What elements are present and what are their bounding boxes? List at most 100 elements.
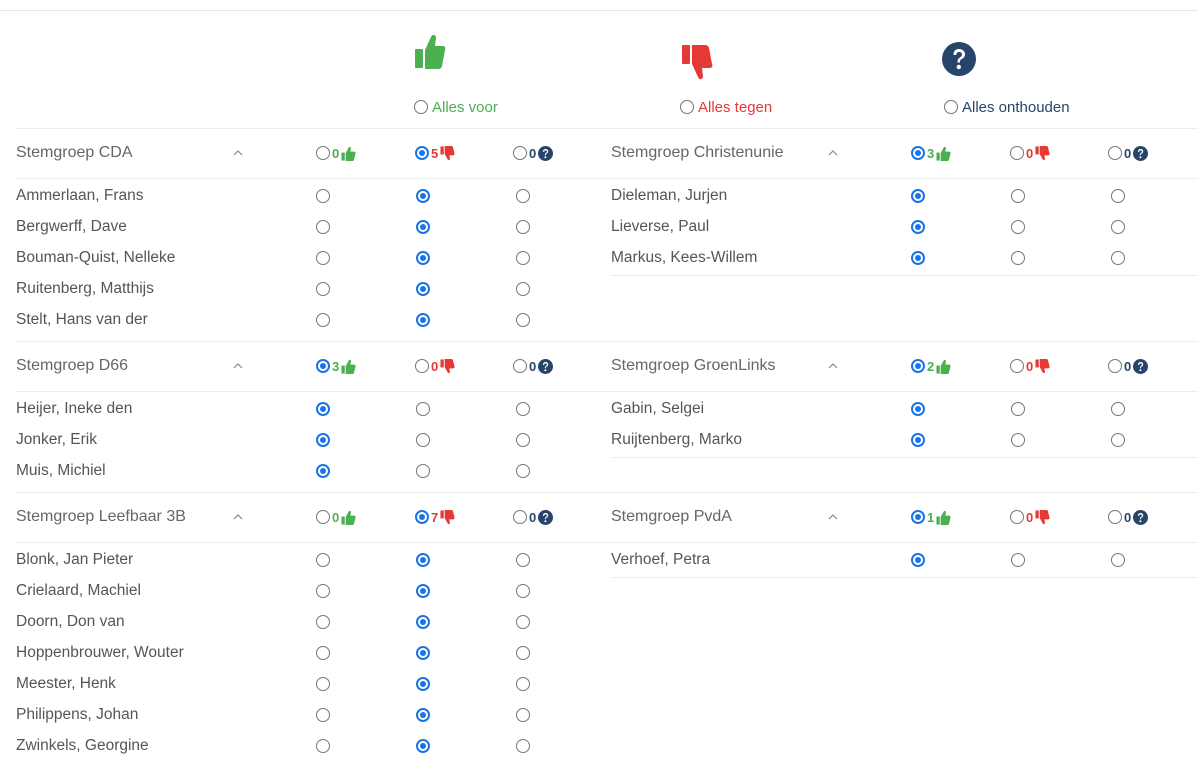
- member-abstain-radio[interactable]: [516, 552, 530, 567]
- member-against-radio[interactable]: [416, 312, 430, 327]
- group-abstain-radio[interactable]: [1108, 359, 1122, 373]
- member-abstain-radio[interactable]: [516, 676, 530, 691]
- group-against-option[interactable]: 0: [1010, 145, 1050, 161]
- group-abstain-option[interactable]: 0: [513, 145, 554, 161]
- group-against-radio[interactable]: [1010, 510, 1024, 524]
- member-for-radio[interactable]: [911, 432, 925, 447]
- chevron-up-icon[interactable]: [233, 148, 243, 158]
- group-abstain-radio[interactable]: [1108, 510, 1122, 524]
- group-against-option[interactable]: 5: [415, 145, 455, 161]
- member-abstain-radio[interactable]: [1111, 219, 1125, 234]
- member-for-radio[interactable]: [316, 188, 330, 203]
- group-for-option[interactable]: 0: [316, 509, 356, 525]
- member-abstain-radio[interactable]: [516, 281, 530, 296]
- member-abstain-radio[interactable]: [1111, 188, 1125, 203]
- group-for-radio[interactable]: [911, 510, 925, 524]
- member-against-radio[interactable]: [416, 188, 430, 203]
- group-against-option[interactable]: 7: [415, 509, 455, 525]
- group-for-option[interactable]: 2: [911, 358, 951, 374]
- group-against-radio[interactable]: [415, 359, 429, 373]
- group-for-option[interactable]: 3: [911, 145, 951, 161]
- member-for-radio[interactable]: [911, 219, 925, 234]
- member-for-radio[interactable]: [911, 188, 925, 203]
- all-abstain-option[interactable]: Alles onthouden: [944, 96, 1070, 118]
- member-for-radio[interactable]: [316, 250, 330, 265]
- group-abstain-option[interactable]: 0: [1108, 509, 1149, 525]
- group-against-option[interactable]: 0: [1010, 358, 1050, 374]
- member-abstain-radio[interactable]: [516, 401, 530, 416]
- member-against-radio[interactable]: [416, 583, 430, 598]
- member-against-radio[interactable]: [416, 676, 430, 691]
- member-abstain-radio[interactable]: [516, 188, 530, 203]
- member-for-radio[interactable]: [316, 401, 330, 416]
- member-against-radio[interactable]: [416, 463, 430, 478]
- group-for-option[interactable]: 0: [316, 145, 356, 161]
- member-abstain-radio[interactable]: [516, 583, 530, 598]
- member-for-radio[interactable]: [316, 281, 330, 296]
- member-abstain-radio[interactable]: [1111, 250, 1125, 265]
- member-abstain-radio[interactable]: [516, 250, 530, 265]
- member-against-radio[interactable]: [1011, 188, 1025, 203]
- all-for-option[interactable]: Alles voor: [414, 96, 498, 118]
- member-against-radio[interactable]: [416, 552, 430, 567]
- group-against-radio[interactable]: [415, 510, 429, 524]
- group-against-radio[interactable]: [1010, 359, 1024, 373]
- member-for-radio[interactable]: [316, 645, 330, 660]
- group-abstain-radio[interactable]: [513, 510, 527, 524]
- member-against-radio[interactable]: [1011, 401, 1025, 416]
- group-for-option[interactable]: 1: [911, 509, 951, 525]
- member-against-radio[interactable]: [416, 645, 430, 660]
- member-against-radio[interactable]: [416, 614, 430, 629]
- member-against-radio[interactable]: [1011, 432, 1025, 447]
- group-abstain-radio[interactable]: [1108, 146, 1122, 160]
- group-abstain-option[interactable]: 0: [1108, 358, 1149, 374]
- member-for-radio[interactable]: [911, 250, 925, 265]
- group-for-radio[interactable]: [911, 146, 925, 160]
- member-abstain-radio[interactable]: [1111, 432, 1125, 447]
- group-for-radio[interactable]: [316, 359, 330, 373]
- member-abstain-radio[interactable]: [1111, 401, 1125, 416]
- member-against-radio[interactable]: [416, 432, 430, 447]
- group-for-radio[interactable]: [316, 146, 330, 160]
- chevron-up-icon[interactable]: [233, 512, 243, 522]
- group-against-radio[interactable]: [415, 146, 429, 160]
- chevron-up-icon[interactable]: [233, 361, 243, 371]
- member-abstain-radio[interactable]: [516, 614, 530, 629]
- member-abstain-radio[interactable]: [516, 707, 530, 722]
- member-against-radio[interactable]: [416, 250, 430, 265]
- group-abstain-option[interactable]: 0: [513, 358, 554, 374]
- member-abstain-radio[interactable]: [516, 645, 530, 660]
- member-for-radio[interactable]: [316, 463, 330, 478]
- member-for-radio[interactable]: [316, 738, 330, 753]
- member-for-radio[interactable]: [911, 401, 925, 416]
- member-abstain-radio[interactable]: [516, 312, 530, 327]
- member-against-radio[interactable]: [1011, 219, 1025, 234]
- member-against-radio[interactable]: [416, 738, 430, 753]
- group-abstain-option[interactable]: 0: [1108, 145, 1149, 161]
- member-for-radio[interactable]: [316, 432, 330, 447]
- group-against-option[interactable]: 0: [1010, 509, 1050, 525]
- member-against-radio[interactable]: [416, 401, 430, 416]
- all-for-radio[interactable]: [414, 100, 428, 114]
- all-abstain-radio[interactable]: [944, 100, 958, 114]
- member-for-radio[interactable]: [316, 312, 330, 327]
- group-for-radio[interactable]: [911, 359, 925, 373]
- member-for-radio[interactable]: [316, 583, 330, 598]
- group-abstain-option[interactable]: 0: [513, 509, 554, 525]
- group-abstain-radio[interactable]: [513, 146, 527, 160]
- group-against-radio[interactable]: [1010, 146, 1024, 160]
- member-abstain-radio[interactable]: [516, 432, 530, 447]
- all-against-option[interactable]: Alles tegen: [680, 96, 772, 118]
- group-against-option[interactable]: 0: [415, 358, 455, 374]
- member-abstain-radio[interactable]: [516, 219, 530, 234]
- group-abstain-radio[interactable]: [513, 359, 527, 373]
- group-for-radio[interactable]: [316, 510, 330, 524]
- member-for-radio[interactable]: [316, 676, 330, 691]
- member-abstain-radio[interactable]: [516, 463, 530, 478]
- member-abstain-radio[interactable]: [516, 738, 530, 753]
- member-for-radio[interactable]: [316, 614, 330, 629]
- group-for-option[interactable]: 3: [316, 358, 356, 374]
- member-against-radio[interactable]: [416, 707, 430, 722]
- member-against-radio[interactable]: [1011, 552, 1025, 567]
- chevron-up-icon[interactable]: [828, 512, 838, 522]
